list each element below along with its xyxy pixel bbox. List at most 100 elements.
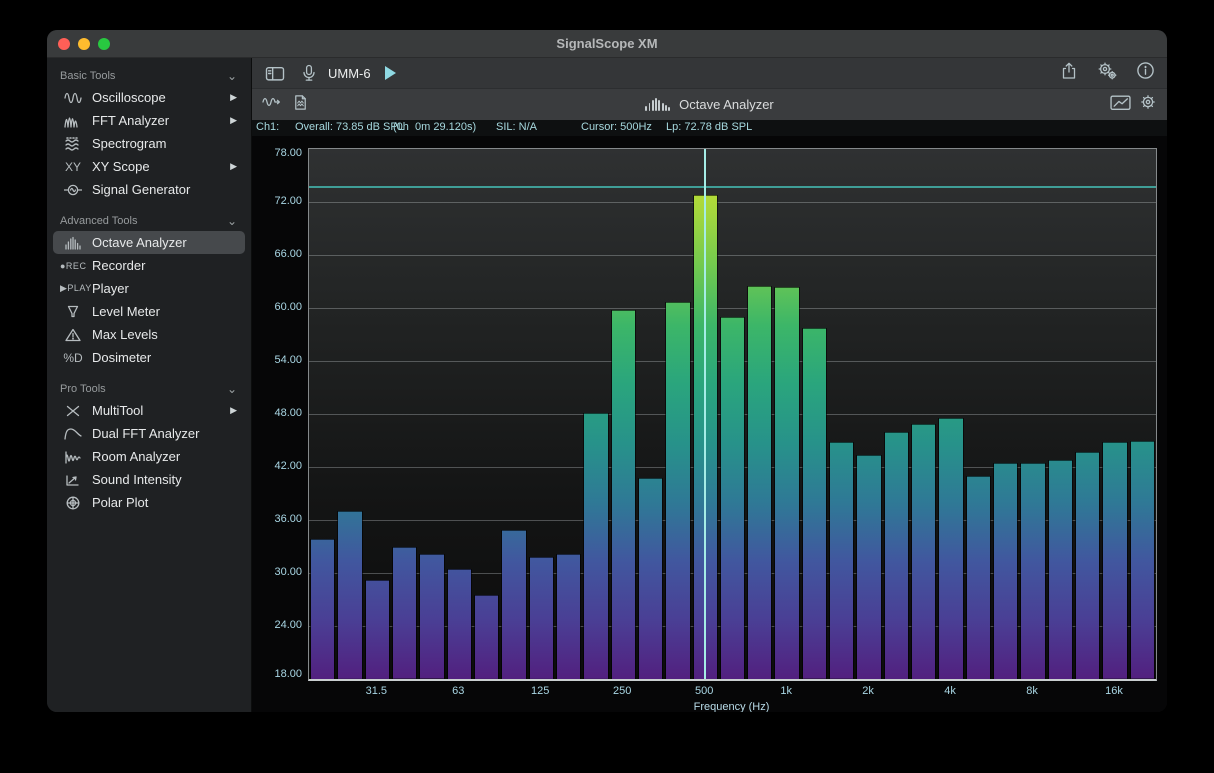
sidebar-item-label: Room Analyzer: [92, 449, 180, 464]
x-tick-label: 2k: [862, 685, 874, 697]
sidebar-item-label: Dual FFT Analyzer: [92, 426, 199, 441]
octave-band-bar-6.3k[interactable]: [993, 463, 1018, 679]
frequency-cursor-line[interactable]: [704, 149, 706, 679]
sidebar-item-xy-scope[interactable]: XY XY Scope ▶: [53, 155, 245, 178]
octave-band-bar-125[interactable]: [529, 557, 554, 679]
octave-band-bar-2.5k[interactable]: [884, 432, 909, 679]
x-tick-label: 250: [613, 685, 631, 697]
polar-plot-icon: [60, 495, 86, 511]
y-tick-label: 54.00: [274, 354, 302, 366]
sidebar-item-multitool[interactable]: MultiTool ▶: [53, 399, 245, 422]
close-button[interactable]: [58, 38, 70, 50]
octave-band-bar-200[interactable]: [583, 413, 608, 679]
sidebar-item-dosimeter[interactable]: %D Dosimeter: [53, 346, 245, 369]
record-icon: ●REC: [60, 261, 86, 271]
y-tick-label: 24.00: [274, 619, 302, 631]
octave-band-bar-630[interactable]: [720, 317, 745, 679]
sidebar-toggle-button[interactable]: [264, 65, 286, 82]
sidebar-item-label: Recorder: [92, 258, 145, 273]
submenu-arrow-icon[interactable]: ▶: [230, 92, 237, 103]
octave-band-bar-12.5k[interactable]: [1075, 452, 1100, 679]
sidebar-item-level-meter[interactable]: Level Meter: [53, 300, 245, 323]
overall-level: Overall: 73.85 dB SPL: [295, 121, 404, 133]
chevron-down-icon[interactable]: ⌄: [227, 69, 237, 83]
octave-band-bar-31.5[interactable]: [365, 580, 390, 679]
data-snapshot-icon[interactable]: [292, 94, 309, 116]
sidebar-item-signal-generator[interactable]: Signal Generator: [53, 178, 245, 201]
minimize-button[interactable]: [78, 38, 90, 50]
sidebar-item-octave-analyzer[interactable]: Octave Analyzer: [53, 231, 245, 254]
octave-band-bar-16k[interactable]: [1102, 442, 1127, 679]
octave-band-bar-5k[interactable]: [966, 476, 991, 679]
sidebar-item-oscilloscope[interactable]: Oscilloscope ▶: [53, 86, 245, 109]
chevron-down-icon[interactable]: ⌄: [227, 382, 237, 396]
room-analyzer-icon: [60, 449, 86, 465]
chart-view-button[interactable]: [1110, 94, 1131, 116]
x-tick-label: 1k: [780, 685, 792, 697]
zoom-button[interactable]: [98, 38, 110, 50]
y-tick-label: 18.00: [274, 668, 302, 680]
signal-flow-icon[interactable]: [262, 94, 282, 115]
sidebar-item-spectrogram[interactable]: Spectrogram: [53, 132, 245, 155]
microphone-icon[interactable]: [300, 64, 318, 83]
sidebar-section-basic-tools[interactable]: Basic Tools ⌄: [47, 66, 251, 86]
submenu-arrow-icon[interactable]: ▶: [230, 405, 237, 416]
octave-band-bar-315[interactable]: [638, 478, 663, 679]
octave-band-bar-10k[interactable]: [1048, 460, 1073, 679]
view-settings-gear-icon[interactable]: [1139, 93, 1157, 116]
octave-band-bar-3.15k[interactable]: [911, 424, 936, 679]
sidebar-item-label: Signal Generator: [92, 182, 190, 197]
sidebar-item-label: Spectrogram: [92, 136, 166, 151]
title-bar[interactable]: SignalScope XM: [47, 30, 1167, 58]
octave-band-bar-160[interactable]: [556, 554, 581, 679]
submenu-arrow-icon[interactable]: ▶: [230, 161, 237, 172]
submenu-arrow-icon[interactable]: ▶: [230, 115, 237, 126]
xy-scope-icon: XY: [60, 160, 86, 174]
traffic-lights: [58, 38, 110, 50]
sidebar-item-sound-intensity[interactable]: Sound Intensity: [53, 468, 245, 491]
octave-band-bar-400[interactable]: [665, 302, 690, 679]
sidebar-item-recorder[interactable]: ●REC Recorder: [53, 254, 245, 277]
x-tick-label: 500: [695, 685, 713, 697]
octave-band-bar-800[interactable]: [747, 286, 772, 679]
sidebar-section-advanced-tools[interactable]: Advanced Tools ⌄: [47, 211, 251, 231]
settings-gears-button[interactable]: [1096, 61, 1118, 86]
y-tick-label: 66.00: [274, 248, 302, 260]
chevron-down-icon[interactable]: ⌄: [227, 214, 237, 228]
octave-analyzer-icon: [60, 235, 86, 251]
octave-band-bar-2k[interactable]: [856, 455, 881, 679]
device-name[interactable]: UMM-6: [328, 66, 371, 81]
dosimeter-icon: %D: [60, 351, 86, 365]
octave-band-bar-20[interactable]: [310, 539, 335, 679]
octave-band-bar-20k[interactable]: [1130, 441, 1155, 679]
measurement-status-bar: Ch1: Overall: 73.85 dB SPL (0h 0m 29.120…: [252, 120, 1167, 136]
sidebar-item-max-levels[interactable]: Max Levels: [53, 323, 245, 346]
octave-band-bar-1.6k[interactable]: [829, 442, 854, 679]
octave-band-bar-1.25k[interactable]: [802, 328, 827, 679]
sidebar-item-room-analyzer[interactable]: Room Analyzer: [53, 445, 245, 468]
octave-band-bar-80[interactable]: [474, 595, 499, 679]
sidebar-item-fft-analyzer[interactable]: FFT Analyzer ▶: [53, 109, 245, 132]
x-tick-label: 8k: [1026, 685, 1038, 697]
octave-band-bar-63[interactable]: [447, 569, 472, 679]
octave-band-bar-250[interactable]: [611, 310, 636, 679]
octave-band-bar-40[interactable]: [392, 547, 417, 679]
octave-band-bar-100[interactable]: [501, 530, 526, 679]
view-title: Octave Analyzer: [679, 97, 774, 112]
octave-band-bar-4k[interactable]: [938, 418, 963, 679]
octave-band-bar-8k[interactable]: [1020, 463, 1045, 679]
sidebar-item-player[interactable]: ▶PLAY Player: [53, 277, 245, 300]
info-button[interactable]: [1136, 61, 1155, 85]
octave-band-bar-1k[interactable]: [774, 287, 799, 679]
sidebar-item-polar-plot[interactable]: Polar Plot: [53, 491, 245, 514]
main-panel: UMM-6: [252, 58, 1167, 712]
start-measurement-button[interactable]: [385, 66, 396, 80]
sidebar-section-pro-tools[interactable]: Pro Tools ⌄: [47, 379, 251, 399]
sidebar-item-dual-fft-analyzer[interactable]: Dual FFT Analyzer: [53, 422, 245, 445]
share-button[interactable]: [1060, 61, 1078, 86]
octave-bar-plot[interactable]: [308, 148, 1157, 681]
octave-band-bar-25[interactable]: [337, 511, 362, 679]
octave-band-bar-50[interactable]: [419, 554, 444, 679]
cursor-level: Lp: 72.78 dB SPL: [666, 121, 752, 133]
sidebar-item-label: Octave Analyzer: [92, 235, 187, 250]
